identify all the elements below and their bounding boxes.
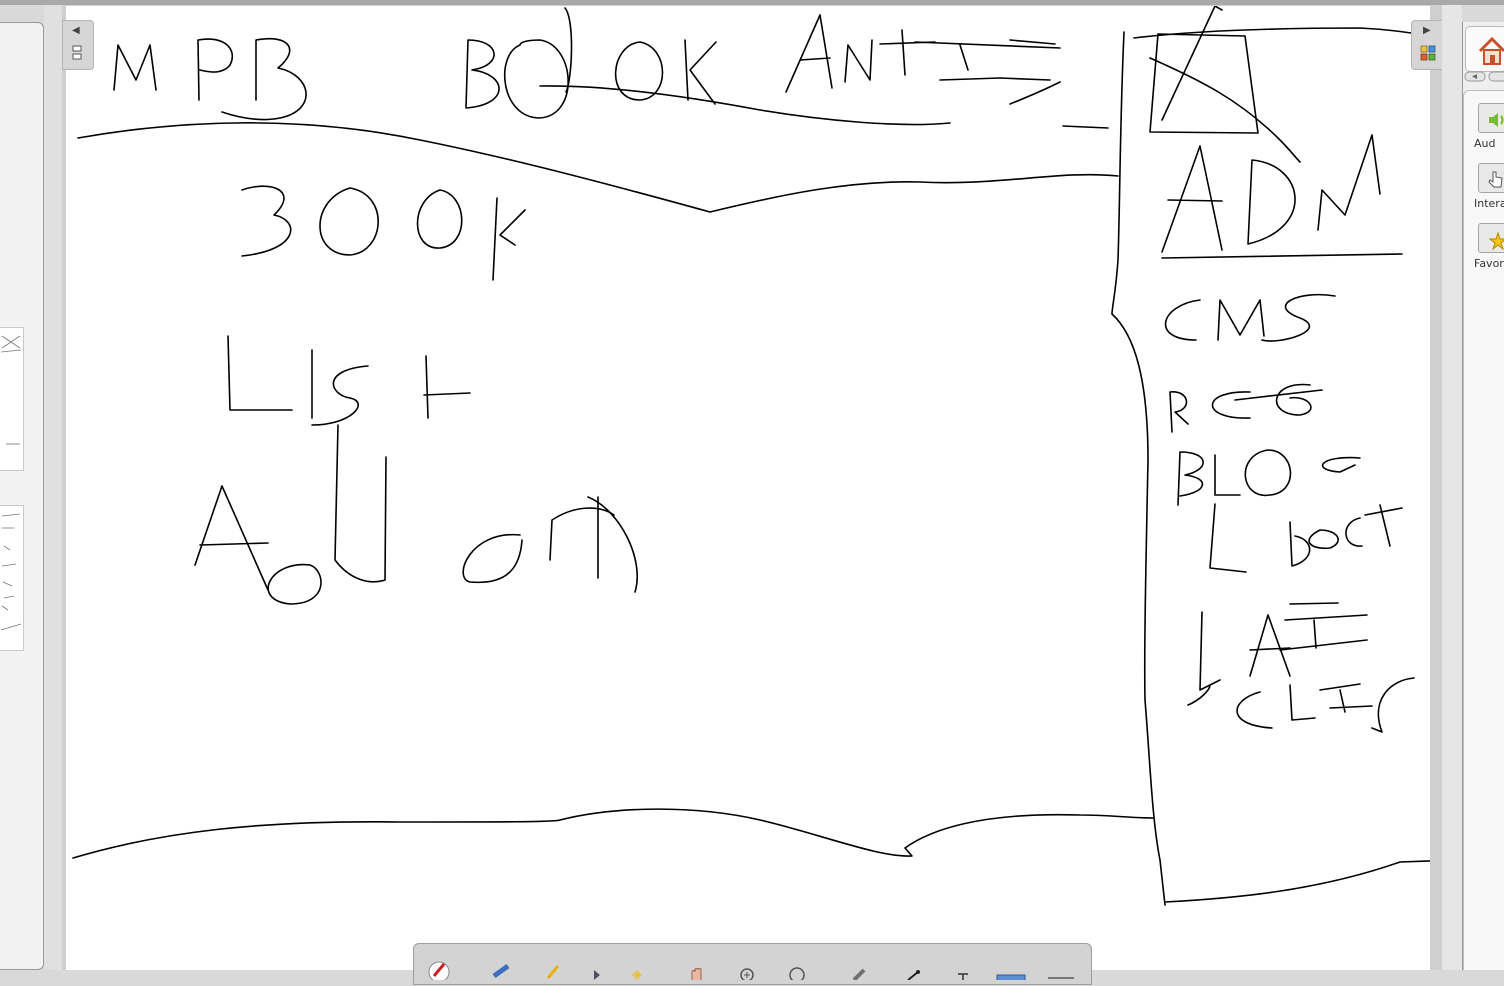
- more-icon[interactable]: [1046, 958, 1074, 980]
- pointer-icon[interactable]: [586, 958, 608, 980]
- line-icon[interactable]: [902, 958, 924, 981]
- gallery-item-audio[interactable]: Aud: [1474, 103, 1504, 150]
- page-list-icon: [72, 45, 82, 60]
- pen-red-icon[interactable]: [428, 958, 450, 983]
- home-icon: [1478, 37, 1504, 65]
- gallery-home-button[interactable]: [1465, 26, 1504, 72]
- gallery-item-label: Aud: [1474, 137, 1496, 150]
- gallery-item-interactive[interactable]: Intera: [1474, 163, 1504, 210]
- page-sorter-panel: [0, 22, 44, 970]
- arrow-left-icon: ◀: [72, 25, 80, 36]
- handwritten-wireframe-sketch: [72, 6, 1430, 906]
- interactive-folder-icon: [1478, 163, 1504, 193]
- right-gutter: [1442, 5, 1462, 970]
- gallery-item-favorites[interactable]: Favor: [1474, 223, 1504, 270]
- screen-shade-icon[interactable]: [996, 958, 1026, 984]
- mini-scroll-arrows: [1464, 71, 1504, 82]
- zoom-in-icon[interactable]: [736, 958, 758, 982]
- pen-blue-icon[interactable]: [490, 958, 512, 980]
- floating-tools-toolbar: [413, 943, 1092, 985]
- page-thumbnail-2-preview: [0, 513, 22, 631]
- gallery-list: Aud Intera Favor: [1463, 90, 1504, 970]
- hand-icon[interactable]: [686, 958, 708, 980]
- whiteboard-canvas[interactable]: [66, 6, 1430, 970]
- gallery-item-label: Intera: [1474, 197, 1504, 210]
- page-thumbnail-2[interactable]: [0, 505, 24, 651]
- left-gutter: [44, 5, 62, 970]
- search-icon[interactable]: [786, 958, 808, 983]
- gallery-mini-scrollbar[interactable]: [1463, 68, 1504, 82]
- audio-folder-icon: [1478, 103, 1504, 133]
- page-thumbnail-1-preview: [0, 335, 22, 445]
- favorites-folder-icon: [1478, 223, 1504, 253]
- gallery-panel: Aud Intera Favor: [1462, 22, 1504, 970]
- highlighter-icon[interactable]: [542, 958, 564, 980]
- text-icon[interactable]: [952, 958, 974, 980]
- arrow-right-icon: ▶: [1423, 25, 1431, 36]
- eraser-icon[interactable]: [848, 958, 870, 982]
- collapse-left-panel-tab[interactable]: ◀: [62, 20, 94, 70]
- gallery-grid-icon: [1420, 45, 1436, 61]
- page-thumbnail-1[interactable]: [0, 327, 24, 471]
- collapse-right-panel-tab[interactable]: ▶: [1411, 20, 1443, 70]
- magic-pen-icon[interactable]: [626, 958, 648, 980]
- gallery-item-label: Favor: [1474, 257, 1504, 270]
